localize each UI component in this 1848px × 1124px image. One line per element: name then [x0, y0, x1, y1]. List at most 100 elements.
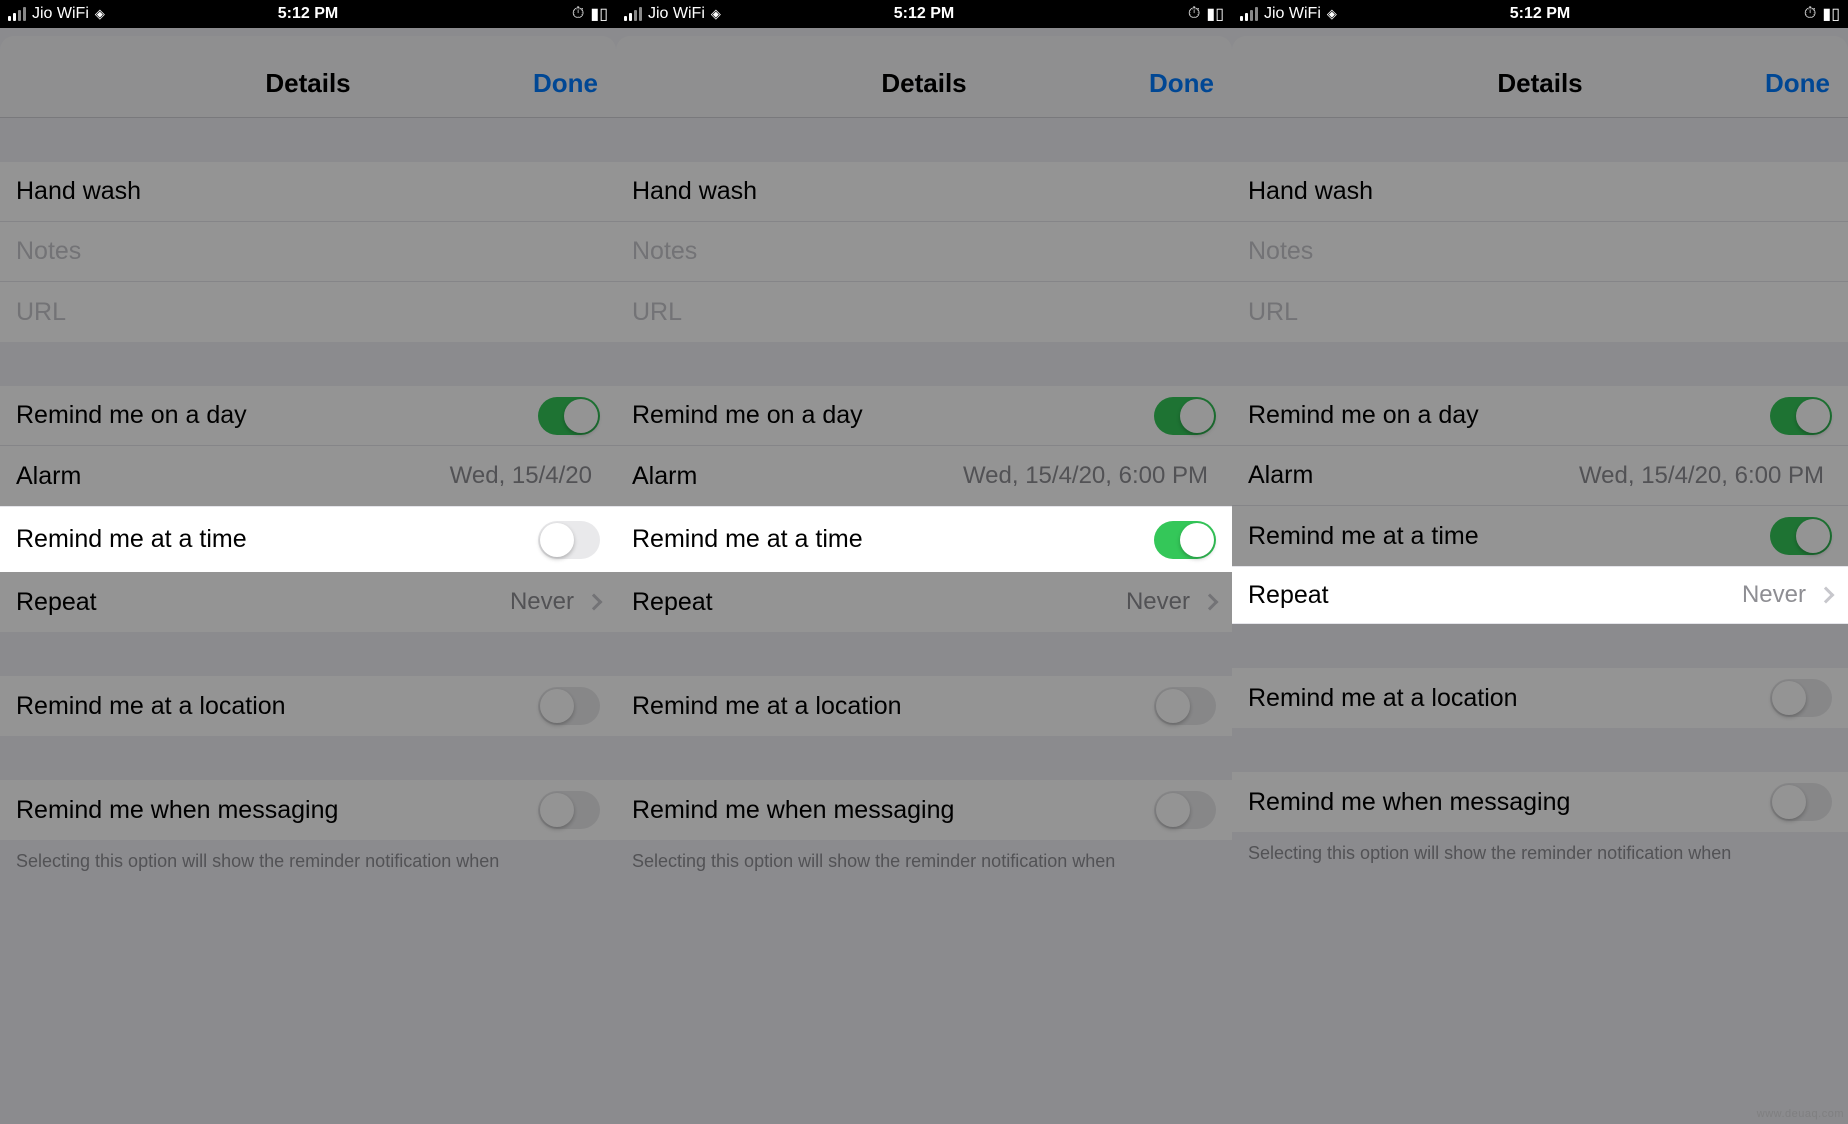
alarm-row[interactable]: Alarm Wed, 15/4/20 [0, 446, 616, 506]
repeat-row[interactable]: Repeat Never [0, 572, 616, 632]
notes-placeholder: Notes [632, 237, 697, 266]
remind-when-messaging-toggle[interactable] [1154, 791, 1216, 829]
notes-field[interactable]: Notes [0, 222, 616, 282]
remind-on-day-row[interactable]: Remind me on a day [616, 386, 1232, 446]
alarm-label: Alarm [16, 462, 450, 491]
clock: 5:12 PM [616, 5, 1232, 23]
notes-field[interactable]: Notes [1232, 222, 1848, 282]
sheet-grabber[interactable] [616, 36, 1232, 50]
sheet-grabber[interactable] [0, 36, 616, 50]
remind-at-time-label: Remind me at a time [632, 525, 1154, 554]
remind-on-day-row[interactable]: Remind me on a day [0, 386, 616, 446]
repeat-value: Never [510, 588, 574, 616]
repeat-value: Never [1126, 588, 1190, 616]
messaging-footer-note: Selecting this option will show the remi… [0, 840, 616, 873]
remind-on-day-row[interactable]: Remind me on a day [1232, 386, 1848, 446]
alarm-label: Alarm [1248, 461, 1579, 490]
alarm-row[interactable]: Alarm Wed, 15/4/20, 6:00 PM [616, 446, 1232, 506]
chevron-right-icon [1202, 594, 1219, 611]
repeat-label: Repeat [632, 588, 1126, 617]
nav-bar: Details Done [1232, 50, 1848, 118]
repeat-value: Never [1742, 581, 1806, 609]
remind-on-day-label: Remind me on a day [16, 401, 538, 430]
remind-at-location-toggle[interactable] [538, 687, 600, 725]
remind-when-messaging-row[interactable]: Remind me when messaging [0, 780, 616, 840]
chevron-right-icon [586, 594, 603, 611]
status-bar: Jio WiFi ◈ 5:12 PM ⏱ ▮▯ [0, 0, 616, 28]
watermark: www.deuaq.com [1757, 1108, 1844, 1120]
repeat-label: Repeat [1248, 581, 1742, 610]
alarm-row[interactable]: Alarm Wed, 15/4/20, 6:00 PM [1232, 446, 1848, 506]
remind-at-location-row[interactable]: Remind me at a location [616, 676, 1232, 736]
reminder-title-field[interactable]: Hand wash [1232, 162, 1848, 222]
alarm-label: Alarm [632, 462, 963, 491]
sheet-grabber[interactable] [1232, 36, 1848, 50]
clock: 5:12 PM [0, 5, 616, 23]
reminder-title-value: Hand wash [632, 177, 757, 206]
chevron-right-icon [1818, 587, 1835, 604]
remind-when-messaging-row[interactable]: Remind me when messaging [1232, 772, 1848, 832]
nav-bar: Details Done [0, 50, 616, 118]
repeat-label: Repeat [16, 588, 510, 617]
remind-at-location-label: Remind me at a location [16, 692, 538, 721]
reminder-title-field[interactable]: Hand wash [616, 162, 1232, 222]
remind-at-location-toggle[interactable] [1154, 687, 1216, 725]
remind-at-time-row[interactable]: Remind me at a time [0, 506, 616, 572]
remind-at-time-label: Remind me at a time [1248, 522, 1770, 551]
remind-when-messaging-toggle[interactable] [538, 791, 600, 829]
alarm-value: Wed, 15/4/20, 6:00 PM [963, 462, 1208, 490]
remind-at-location-row[interactable]: Remind me at a location [0, 676, 616, 736]
nav-title: Details [1497, 68, 1582, 99]
repeat-row[interactable]: Repeat Never [616, 572, 1232, 632]
reminder-title-value: Hand wash [1248, 177, 1373, 206]
nav-bar: Details Done [616, 50, 1232, 118]
remind-on-day-toggle[interactable] [1154, 397, 1216, 435]
done-button[interactable]: Done [533, 68, 598, 99]
remind-on-day-toggle[interactable] [1770, 397, 1832, 435]
remind-on-day-label: Remind me on a day [1248, 401, 1770, 430]
remind-at-time-toggle[interactable] [538, 521, 600, 559]
remind-when-messaging-toggle[interactable] [1770, 783, 1832, 821]
remind-at-time-row[interactable]: Remind me at a time [616, 506, 1232, 572]
done-button[interactable]: Done [1149, 68, 1214, 99]
remind-on-day-toggle[interactable] [538, 397, 600, 435]
clock: 5:12 PM [1232, 5, 1848, 23]
repeat-row[interactable]: Repeat Never [1232, 566, 1848, 624]
remind-when-messaging-label: Remind me when messaging [1248, 788, 1770, 817]
reminder-title-value: Hand wash [16, 177, 141, 206]
screen-1: Jio WiFi ◈ 5:12 PM ⏱ ▮▯ Details Done Han… [0, 0, 616, 1124]
status-bar: Jio WiFi ◈ 5:12 PM ⏱ ▮▯ [616, 0, 1232, 28]
alarm-value: Wed, 15/4/20, 6:00 PM [1579, 462, 1824, 490]
nav-title: Details [265, 68, 350, 99]
notes-placeholder: Notes [16, 237, 81, 266]
messaging-footer-note: Selecting this option will show the remi… [616, 840, 1232, 873]
done-button[interactable]: Done [1765, 68, 1830, 99]
remind-at-time-toggle[interactable] [1154, 521, 1216, 559]
remind-at-location-row[interactable]: Remind me at a location [1232, 668, 1848, 728]
nav-title: Details [881, 68, 966, 99]
url-placeholder: URL [1248, 298, 1298, 327]
url-placeholder: URL [16, 298, 66, 327]
remind-at-location-label: Remind me at a location [1248, 684, 1770, 713]
screen-2: Jio WiFi ◈ 5:12 PM ⏱ ▮▯ Details Done Han… [616, 0, 1232, 1124]
url-placeholder: URL [632, 298, 682, 327]
remind-when-messaging-label: Remind me when messaging [16, 796, 538, 825]
status-bar: Jio WiFi ◈ 5:12 PM ⏱ ▮▯ [1232, 0, 1848, 28]
url-field[interactable]: URL [616, 282, 1232, 342]
notes-field[interactable]: Notes [616, 222, 1232, 282]
remind-at-time-label: Remind me at a time [16, 525, 538, 554]
remind-on-day-label: Remind me on a day [632, 401, 1154, 430]
remind-at-time-toggle[interactable] [1770, 517, 1832, 555]
messaging-footer-note: Selecting this option will show the remi… [1232, 832, 1848, 865]
alarm-value: Wed, 15/4/20 [450, 462, 592, 490]
url-field[interactable]: URL [0, 282, 616, 342]
reminder-title-field[interactable]: Hand wash [0, 162, 616, 222]
remind-at-time-row[interactable]: Remind me at a time [1232, 506, 1848, 566]
remind-at-location-toggle[interactable] [1770, 679, 1832, 717]
remind-when-messaging-label: Remind me when messaging [632, 796, 1154, 825]
url-field[interactable]: URL [1232, 282, 1848, 342]
notes-placeholder: Notes [1248, 237, 1313, 266]
remind-when-messaging-row[interactable]: Remind me when messaging [616, 780, 1232, 840]
screen-3: Jio WiFi ◈ 5:12 PM ⏱ ▮▯ Details Done Han… [1232, 0, 1848, 1124]
remind-at-location-label: Remind me at a location [632, 692, 1154, 721]
